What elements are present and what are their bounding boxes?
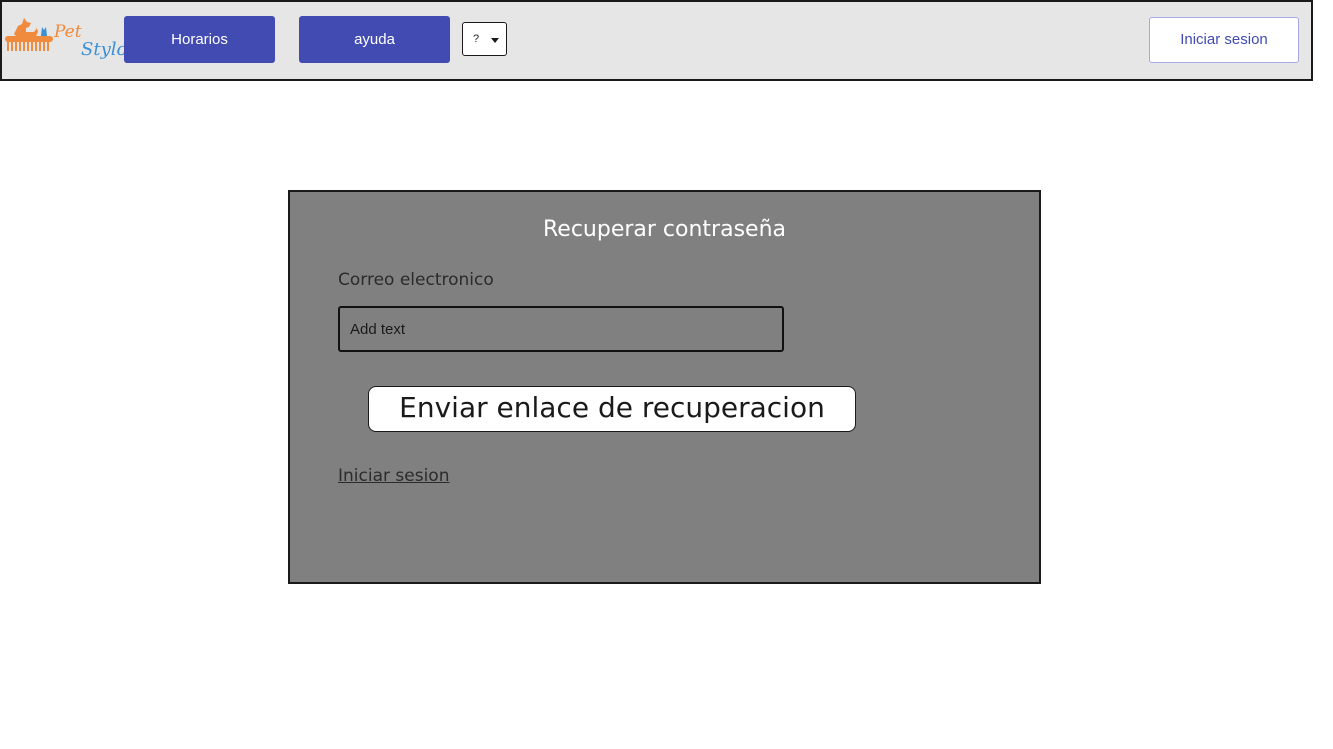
- login-button[interactable]: Iniciar sesion: [1149, 17, 1299, 63]
- logo[interactable]: Pet Stylo: [4, 14, 128, 66]
- help-dropdown[interactable]: ?: [462, 22, 507, 56]
- password-recovery-panel: Recuperar contraseña Correo electronico …: [288, 190, 1041, 584]
- send-recovery-link-button[interactable]: Enviar enlace de recuperacion: [368, 386, 856, 432]
- dropdown-selected-value: ?: [473, 33, 480, 45]
- logo-text-stylo: Stylo: [81, 39, 128, 60]
- nav-ayuda-button[interactable]: ayuda: [299, 16, 450, 63]
- email-field[interactable]: [338, 306, 784, 352]
- dog-comb-logo-icon: [5, 18, 53, 51]
- logo-text-pet: Pet: [54, 22, 82, 42]
- signin-link[interactable]: Iniciar sesion: [338, 466, 449, 486]
- nav-horarios-button[interactable]: Horarios: [124, 16, 275, 63]
- top-navigation-bar: Pet Stylo Horarios ayuda ? Iniciar sesio…: [0, 0, 1313, 81]
- chevron-down-icon: [491, 38, 499, 43]
- page-title: Recuperar contraseña: [542, 217, 786, 242]
- email-label: Correo electronico: [338, 270, 494, 290]
